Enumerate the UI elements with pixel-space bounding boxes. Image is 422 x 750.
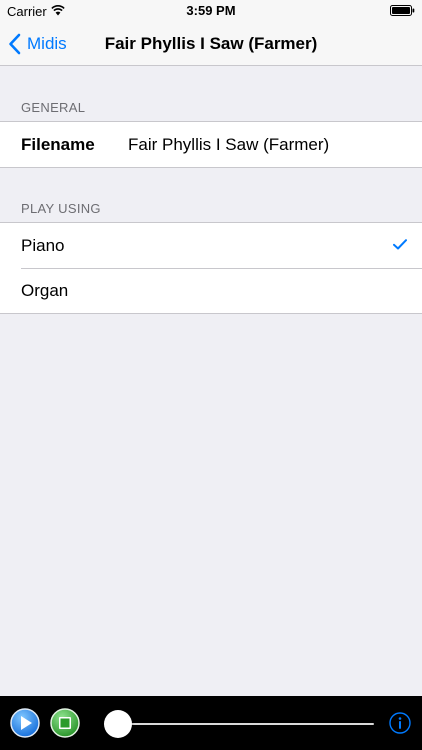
info-icon[interactable]: [389, 712, 411, 734]
option-piano-label: Piano: [21, 235, 65, 255]
status-bar: Carrier 3:59 PM: [0, 0, 422, 22]
checkmark-icon: [393, 239, 407, 250]
filename-row: Filename Fair Phyllis I Saw (Farmer): [0, 122, 422, 167]
general-group: Filename Fair Phyllis I Saw (Farmer): [0, 121, 422, 168]
play-icon[interactable]: [10, 708, 40, 738]
navigation-bar: Midis Fair Phyllis I Saw (Farmer): [0, 22, 422, 66]
status-time: 3:59 PM: [186, 3, 236, 18]
section-header-general: GENERAL: [21, 100, 86, 115]
option-organ-label: Organ: [21, 280, 69, 300]
option-organ[interactable]: Organ: [0, 268, 422, 313]
filename-value: Fair Phyllis I Saw (Farmer): [128, 134, 330, 154]
option-piano[interactable]: Piano: [0, 223, 422, 268]
player-toolbar: [0, 696, 422, 750]
section-header-play-using: PLAY USING: [21, 201, 101, 216]
filename-label: Filename: [21, 134, 95, 154]
battery-icon: [390, 5, 415, 16]
progress-slider[interactable]: [104, 710, 374, 738]
progress-slider-thumb[interactable]: [104, 710, 132, 738]
play-using-group: Piano Organ: [0, 222, 422, 314]
stop-icon[interactable]: [50, 708, 80, 738]
page-title: Fair Phyllis I Saw (Farmer): [104, 34, 318, 53]
